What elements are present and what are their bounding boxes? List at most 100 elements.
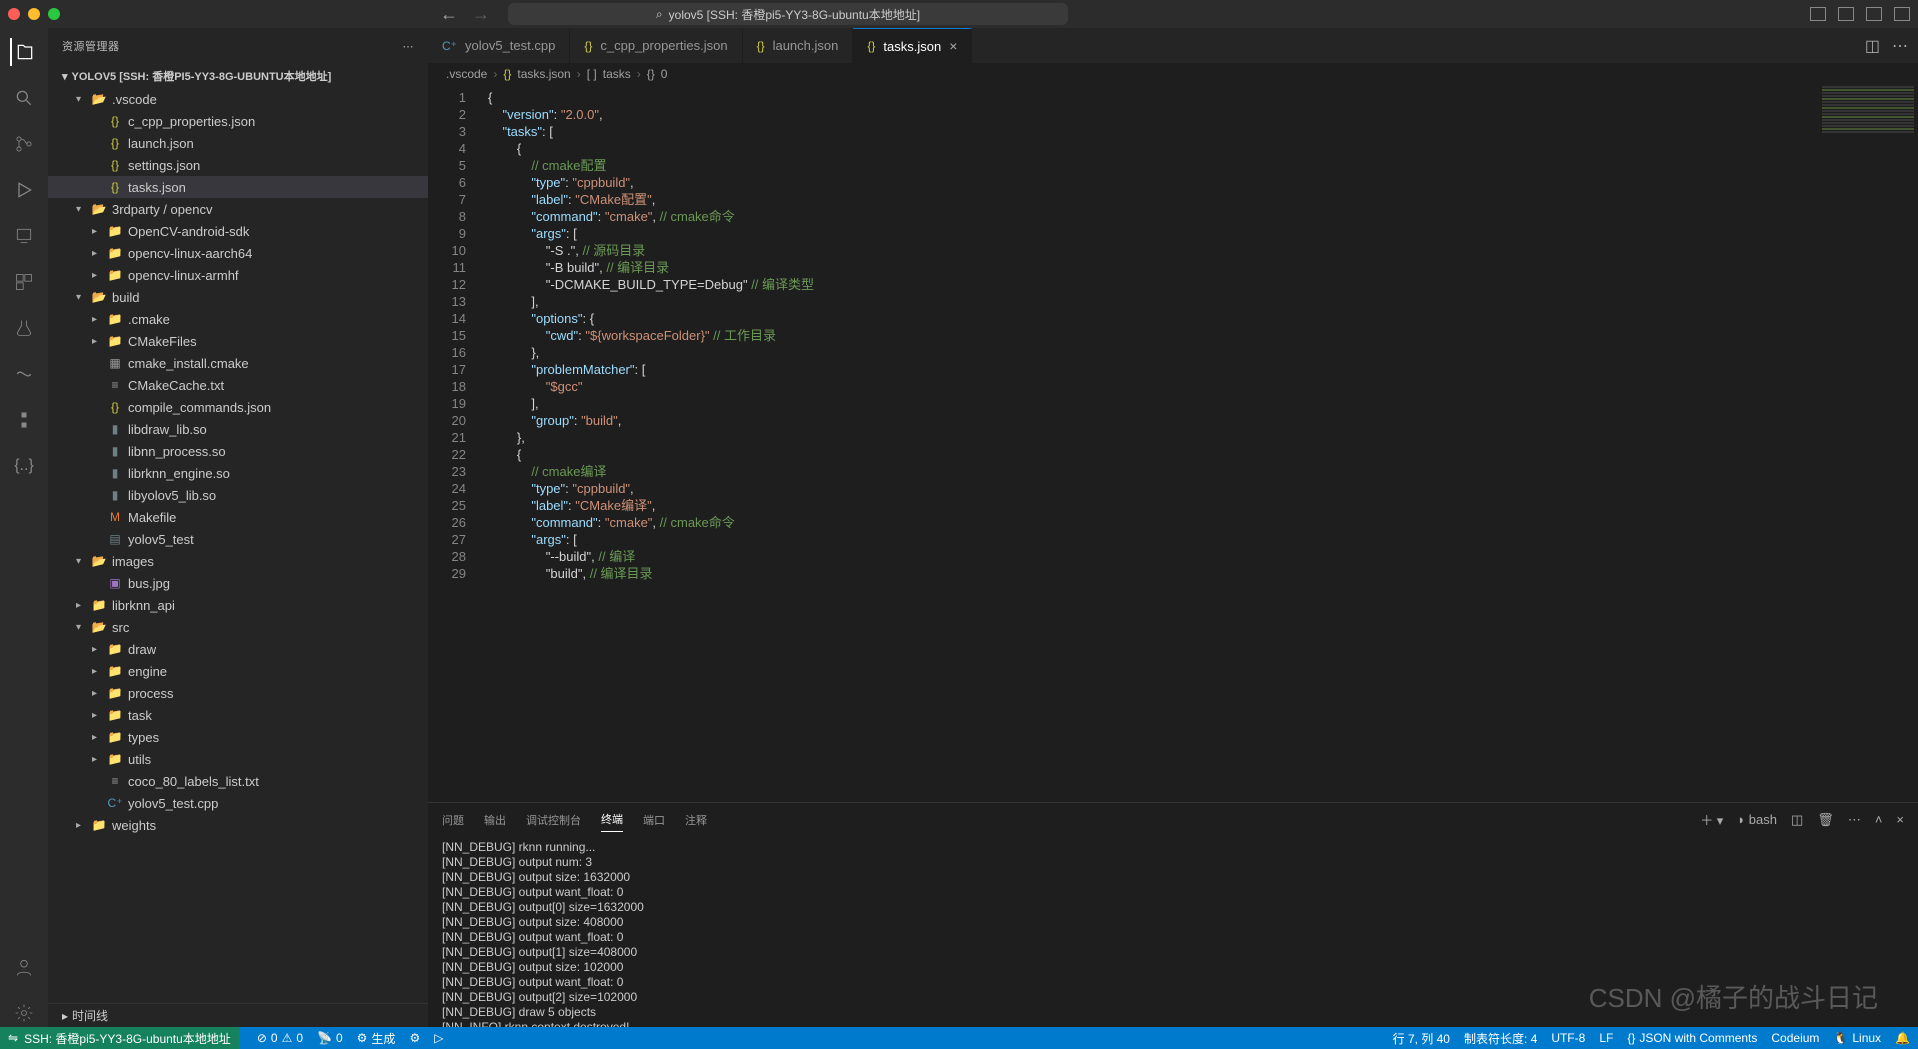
file-coco80[interactable]: ≡coco_80_labels_list.txt <box>48 770 428 792</box>
split-terminal-icon[interactable]: ◫ <box>1791 812 1803 828</box>
tab-ccpp-properties[interactable]: {}c_cpp_properties.json <box>570 28 742 63</box>
file-compile-commands[interactable]: {}compile_commands.json <box>48 396 428 418</box>
maximize-window-button[interactable] <box>48 8 60 20</box>
panel-tab-output[interactable]: 输出 <box>484 808 506 832</box>
maximize-panel-icon[interactable]: ˄ <box>1875 812 1883 827</box>
folder-librknn-api[interactable]: ▸📁librknn_api <box>48 594 428 616</box>
folder-engine[interactable]: ▸📁engine <box>48 660 428 682</box>
code-editor[interactable]: 1234567891011121314151617181920212223242… <box>428 85 1918 802</box>
folder-weights[interactable]: ▸📁weights <box>48 814 428 836</box>
close-tab-icon[interactable]: × <box>949 38 957 54</box>
folder-3rdparty[interactable]: ▾📂3rdparty / opencv <box>48 198 428 220</box>
layout-customize-icon[interactable] <box>1894 7 1910 21</box>
minimize-window-button[interactable] <box>28 8 40 20</box>
status-encoding[interactable]: UTF-8 <box>1551 1031 1585 1045</box>
status-eol[interactable]: LF <box>1599 1031 1613 1045</box>
file-libdraw[interactable]: ▮libdraw_lib.so <box>48 418 428 440</box>
status-build[interactable]: ⚙ 生成 <box>357 1030 396 1047</box>
explorer-root-header[interactable]: ▾YOLOV5 [SSH: 香橙PI5-YY3-8G-UBUNTU本地地址] <box>48 64 428 88</box>
sidebar-title: 资源管理器 <box>62 38 120 54</box>
status-run[interactable]: ▷ <box>434 1031 443 1045</box>
file-yolov5-test-cpp[interactable]: C⁺yolov5_test.cpp <box>48 792 428 814</box>
folder-images[interactable]: ▾📂images <box>48 550 428 572</box>
remote-explorer-icon[interactable] <box>10 222 38 250</box>
panel-tab-ports[interactable]: 端口 <box>643 808 665 832</box>
status-notifications-icon[interactable]: 🔔 <box>1895 1031 1910 1045</box>
folder-task[interactable]: ▸📁task <box>48 704 428 726</box>
accounts-icon[interactable] <box>10 953 38 981</box>
codeium-ext-icon[interactable] <box>10 360 38 388</box>
source-control-icon[interactable] <box>10 130 38 158</box>
folder-process[interactable]: ▸📁process <box>48 682 428 704</box>
folder-cmakefiles[interactable]: ▸📁CMakeFiles <box>48 330 428 352</box>
close-panel-icon[interactable]: × <box>1896 812 1904 827</box>
split-editor-icon[interactable]: ◫ <box>1865 36 1880 56</box>
status-os[interactable]: 🐧 Linux <box>1833 1031 1881 1045</box>
timeline-section[interactable]: ▸时间线 <box>48 1003 428 1027</box>
remote-indicator[interactable]: ⇋SSH: 香橙pi5-YY3-8G-ubuntu本地地址 <box>0 1027 239 1049</box>
panel-tab-debug[interactable]: 调试控制台 <box>526 808 581 832</box>
search-icon[interactable] <box>10 84 38 112</box>
code-content[interactable]: { "version": "2.0.0", "tasks": [ { // cm… <box>478 85 814 802</box>
status-debug-target[interactable]: ⚙ <box>409 1031 420 1045</box>
folder-build[interactable]: ▾📂build <box>48 286 428 308</box>
folder-cmake[interactable]: ▸📁.cmake <box>48 308 428 330</box>
explorer-icon[interactable] <box>10 38 38 66</box>
folder-draw[interactable]: ▸📁draw <box>48 638 428 660</box>
command-center[interactable]: ⌕ yolov5 [SSH: 香橙pi5-YY3-8G-ubuntu本地地址] <box>508 3 1068 25</box>
file-settings-json[interactable]: {}settings.json <box>48 154 428 176</box>
panel-tab-terminal[interactable]: 终端 <box>601 807 623 832</box>
file-librknn-engine[interactable]: ▮librknn_engine.so <box>48 462 428 484</box>
tab-yolov5-cpp[interactable]: C⁺yolov5_test.cpp <box>428 28 570 63</box>
terminal-more-icon[interactable]: ⋯ <box>1848 812 1861 828</box>
folder-types[interactable]: ▸📁types <box>48 726 428 748</box>
file-launch-json[interactable]: {}launch.json <box>48 132 428 154</box>
status-language[interactable]: {} JSON with Comments <box>1627 1031 1757 1045</box>
file-yolov5-test-bin[interactable]: ▤yolov5_test <box>48 528 428 550</box>
settings-gear-icon[interactable] <box>10 999 38 1027</box>
status-cursor[interactable]: 行 7, 列 40 <box>1393 1030 1450 1047</box>
more-icon[interactable]: ⋯ <box>403 40 415 53</box>
tab-launch-json[interactable]: {}launch.json <box>743 28 854 63</box>
python-icon[interactable] <box>10 406 38 434</box>
file-tasks-json[interactable]: {}tasks.json <box>48 176 428 198</box>
folder-src[interactable]: ▾📂src <box>48 616 428 638</box>
kill-terminal-icon[interactable]: 🗑 <box>1817 812 1834 828</box>
status-ports[interactable]: 📡 0 <box>317 1031 343 1045</box>
nav-back-icon[interactable]: ← <box>440 4 458 25</box>
folder-opencv-aarch64[interactable]: ▸📁opencv-linux-aarch64 <box>48 242 428 264</box>
layout-toggle-left-icon[interactable] <box>1810 7 1826 21</box>
file-ccpp-properties[interactable]: {}c_cpp_properties.json <box>48 110 428 132</box>
status-codeium[interactable]: Codeium <box>1771 1031 1819 1045</box>
run-debug-icon[interactable] <box>10 176 38 204</box>
layout-toggle-right-icon[interactable] <box>1866 7 1882 21</box>
terminal-profile[interactable]: ◗ bash <box>1737 812 1777 827</box>
panel-tab-comments[interactable]: 注释 <box>685 808 707 832</box>
folder-opencv-android[interactable]: ▸📁OpenCV-android-sdk <box>48 220 428 242</box>
file-cmake-install[interactable]: ▦cmake_install.cmake <box>48 352 428 374</box>
tab-tasks-json[interactable]: {}tasks.json× <box>853 28 972 63</box>
file-makefile[interactable]: MMakefile <box>48 506 428 528</box>
terminal[interactable]: [NN_DEBUG] rknn running... [NN_DEBUG] ou… <box>428 832 1918 1027</box>
file-bus-jpg[interactable]: ▣bus.jpg <box>48 572 428 594</box>
more-actions-icon[interactable]: ⋯ <box>1892 36 1908 56</box>
layout-toggle-bottom-icon[interactable] <box>1838 7 1854 21</box>
close-window-button[interactable] <box>8 8 20 20</box>
new-terminal-icon[interactable]: ＋ ▾ <box>1700 810 1723 829</box>
file-cmakecache[interactable]: ≡CMakeCache.txt <box>48 374 428 396</box>
file-libyolov5[interactable]: ▮libyolov5_lib.so <box>48 484 428 506</box>
status-errors[interactable]: ⊘ 0 ⚠ 0 <box>257 1031 303 1045</box>
editor-area: C⁺yolov5_test.cpp {}c_cpp_properties.jso… <box>428 28 1918 1027</box>
folder-utils[interactable]: ▸📁utils <box>48 748 428 770</box>
testing-icon[interactable] <box>10 314 38 342</box>
nav-forward-icon[interactable]: → <box>472 4 490 25</box>
extensions-icon[interactable] <box>10 268 38 296</box>
folder-opencv-armhf[interactable]: ▸📁opencv-linux-armhf <box>48 264 428 286</box>
minimap[interactable] <box>1818 85 1918 802</box>
file-libnn[interactable]: ▮libnn_process.so <box>48 440 428 462</box>
json-ext-icon[interactable]: {..} <box>10 452 38 480</box>
status-tabsize[interactable]: 制表符长度: 4 <box>1464 1030 1537 1047</box>
panel-tab-problems[interactable]: 问题 <box>442 808 464 832</box>
breadcrumb[interactable]: .vscode› {}tasks.json› [ ]tasks› {}0 <box>428 63 1918 85</box>
folder-vscode[interactable]: ▾📂.vscode <box>48 88 428 110</box>
